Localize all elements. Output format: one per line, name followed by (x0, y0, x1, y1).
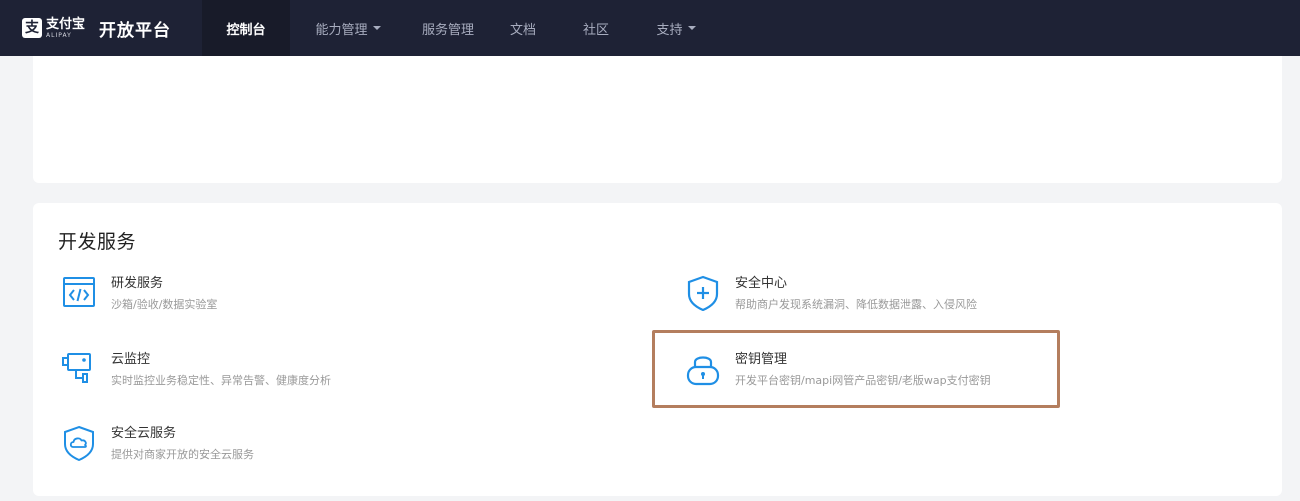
nav-console[interactable]: 控制台 (202, 0, 290, 56)
alipay-logo-icon: 支 (22, 18, 42, 38)
nav-label: 控制台 (226, 22, 266, 38)
logo-cn: 支付宝 (46, 16, 86, 32)
top-navbar: 支 支付宝 ALIPAY 开放平台 控制台 能力管理 服务管理 文档 社区 支持 (0, 0, 1300, 56)
lock-icon (686, 356, 720, 386)
nav-community[interactable]: 社区 (556, 0, 636, 56)
nav-capability-management[interactable]: 能力管理 (290, 0, 406, 56)
service-title: 安全云服务 (111, 426, 177, 441)
nav-support[interactable]: 支持 (636, 0, 716, 56)
nav-label: 支持 (656, 22, 683, 38)
service-title: 研发服务 (111, 276, 164, 291)
service-cloud-monitor[interactable]: 云监控 实时监控业务稳定性、异常告警、健康度分析 (61, 351, 331, 388)
section-title: 开发服务 (58, 231, 137, 253)
nav-docs[interactable]: 文档 (490, 0, 556, 56)
main-nav: 控制台 能力管理 服务管理 文档 社区 支持 (202, 0, 716, 56)
logo-en: ALIPAY (46, 31, 72, 39)
shield-cloud-icon (64, 425, 94, 461)
service-desc: 实时监控业务稳定性、异常告警、健康度分析 (111, 374, 331, 387)
service-title: 安全中心 (735, 276, 788, 291)
service-security-center[interactable]: 安全中心 帮助商户发现系统漏洞、降低数据泄露、入侵风险 (685, 275, 977, 312)
brand[interactable]: 支 支付宝 ALIPAY 开放平台 (0, 0, 202, 56)
caret-down-icon (372, 26, 381, 30)
dev-services-card: 开发服务 研发服务 沙箱/验收/数据实验室 云监控 实时监控业务稳定性、异常告警… (33, 203, 1282, 496)
service-title: 密钥管理 (735, 352, 788, 367)
service-title: 云监控 (111, 352, 151, 367)
alipay-logo-text: 支付宝 ALIPAY (46, 16, 86, 39)
nav-label: 社区 (582, 22, 609, 38)
service-desc: 帮助商户发现系统漏洞、降低数据泄露、入侵风险 (735, 298, 977, 311)
platform-title: 开放平台 (99, 20, 172, 41)
service-key-management[interactable]: 密钥管理 开发平台密钥/mapi网管产品密钥/老版wap支付密钥 (685, 351, 991, 388)
overview-card (33, 56, 1282, 183)
service-desc: 沙箱/验收/数据实验室 (111, 298, 218, 311)
monitor-camera-icon (62, 353, 91, 383)
service-desc: 提供对商家开放的安全云服务 (111, 448, 254, 461)
code-window-icon (63, 277, 95, 307)
nav-service-management[interactable]: 服务管理 (406, 0, 490, 56)
service-rd[interactable]: 研发服务 沙箱/验收/数据实验室 (61, 275, 217, 312)
service-security-cloud[interactable]: 安全云服务 提供对商家开放的安全云服务 (61, 425, 254, 462)
nav-label: 服务管理 (421, 22, 474, 38)
shield-plus-icon (687, 275, 719, 311)
nav-label: 能力管理 (315, 22, 368, 38)
nav-label: 文档 (509, 22, 536, 38)
caret-down-icon (687, 26, 696, 30)
service-desc: 开发平台密钥/mapi网管产品密钥/老版wap支付密钥 (735, 374, 991, 387)
